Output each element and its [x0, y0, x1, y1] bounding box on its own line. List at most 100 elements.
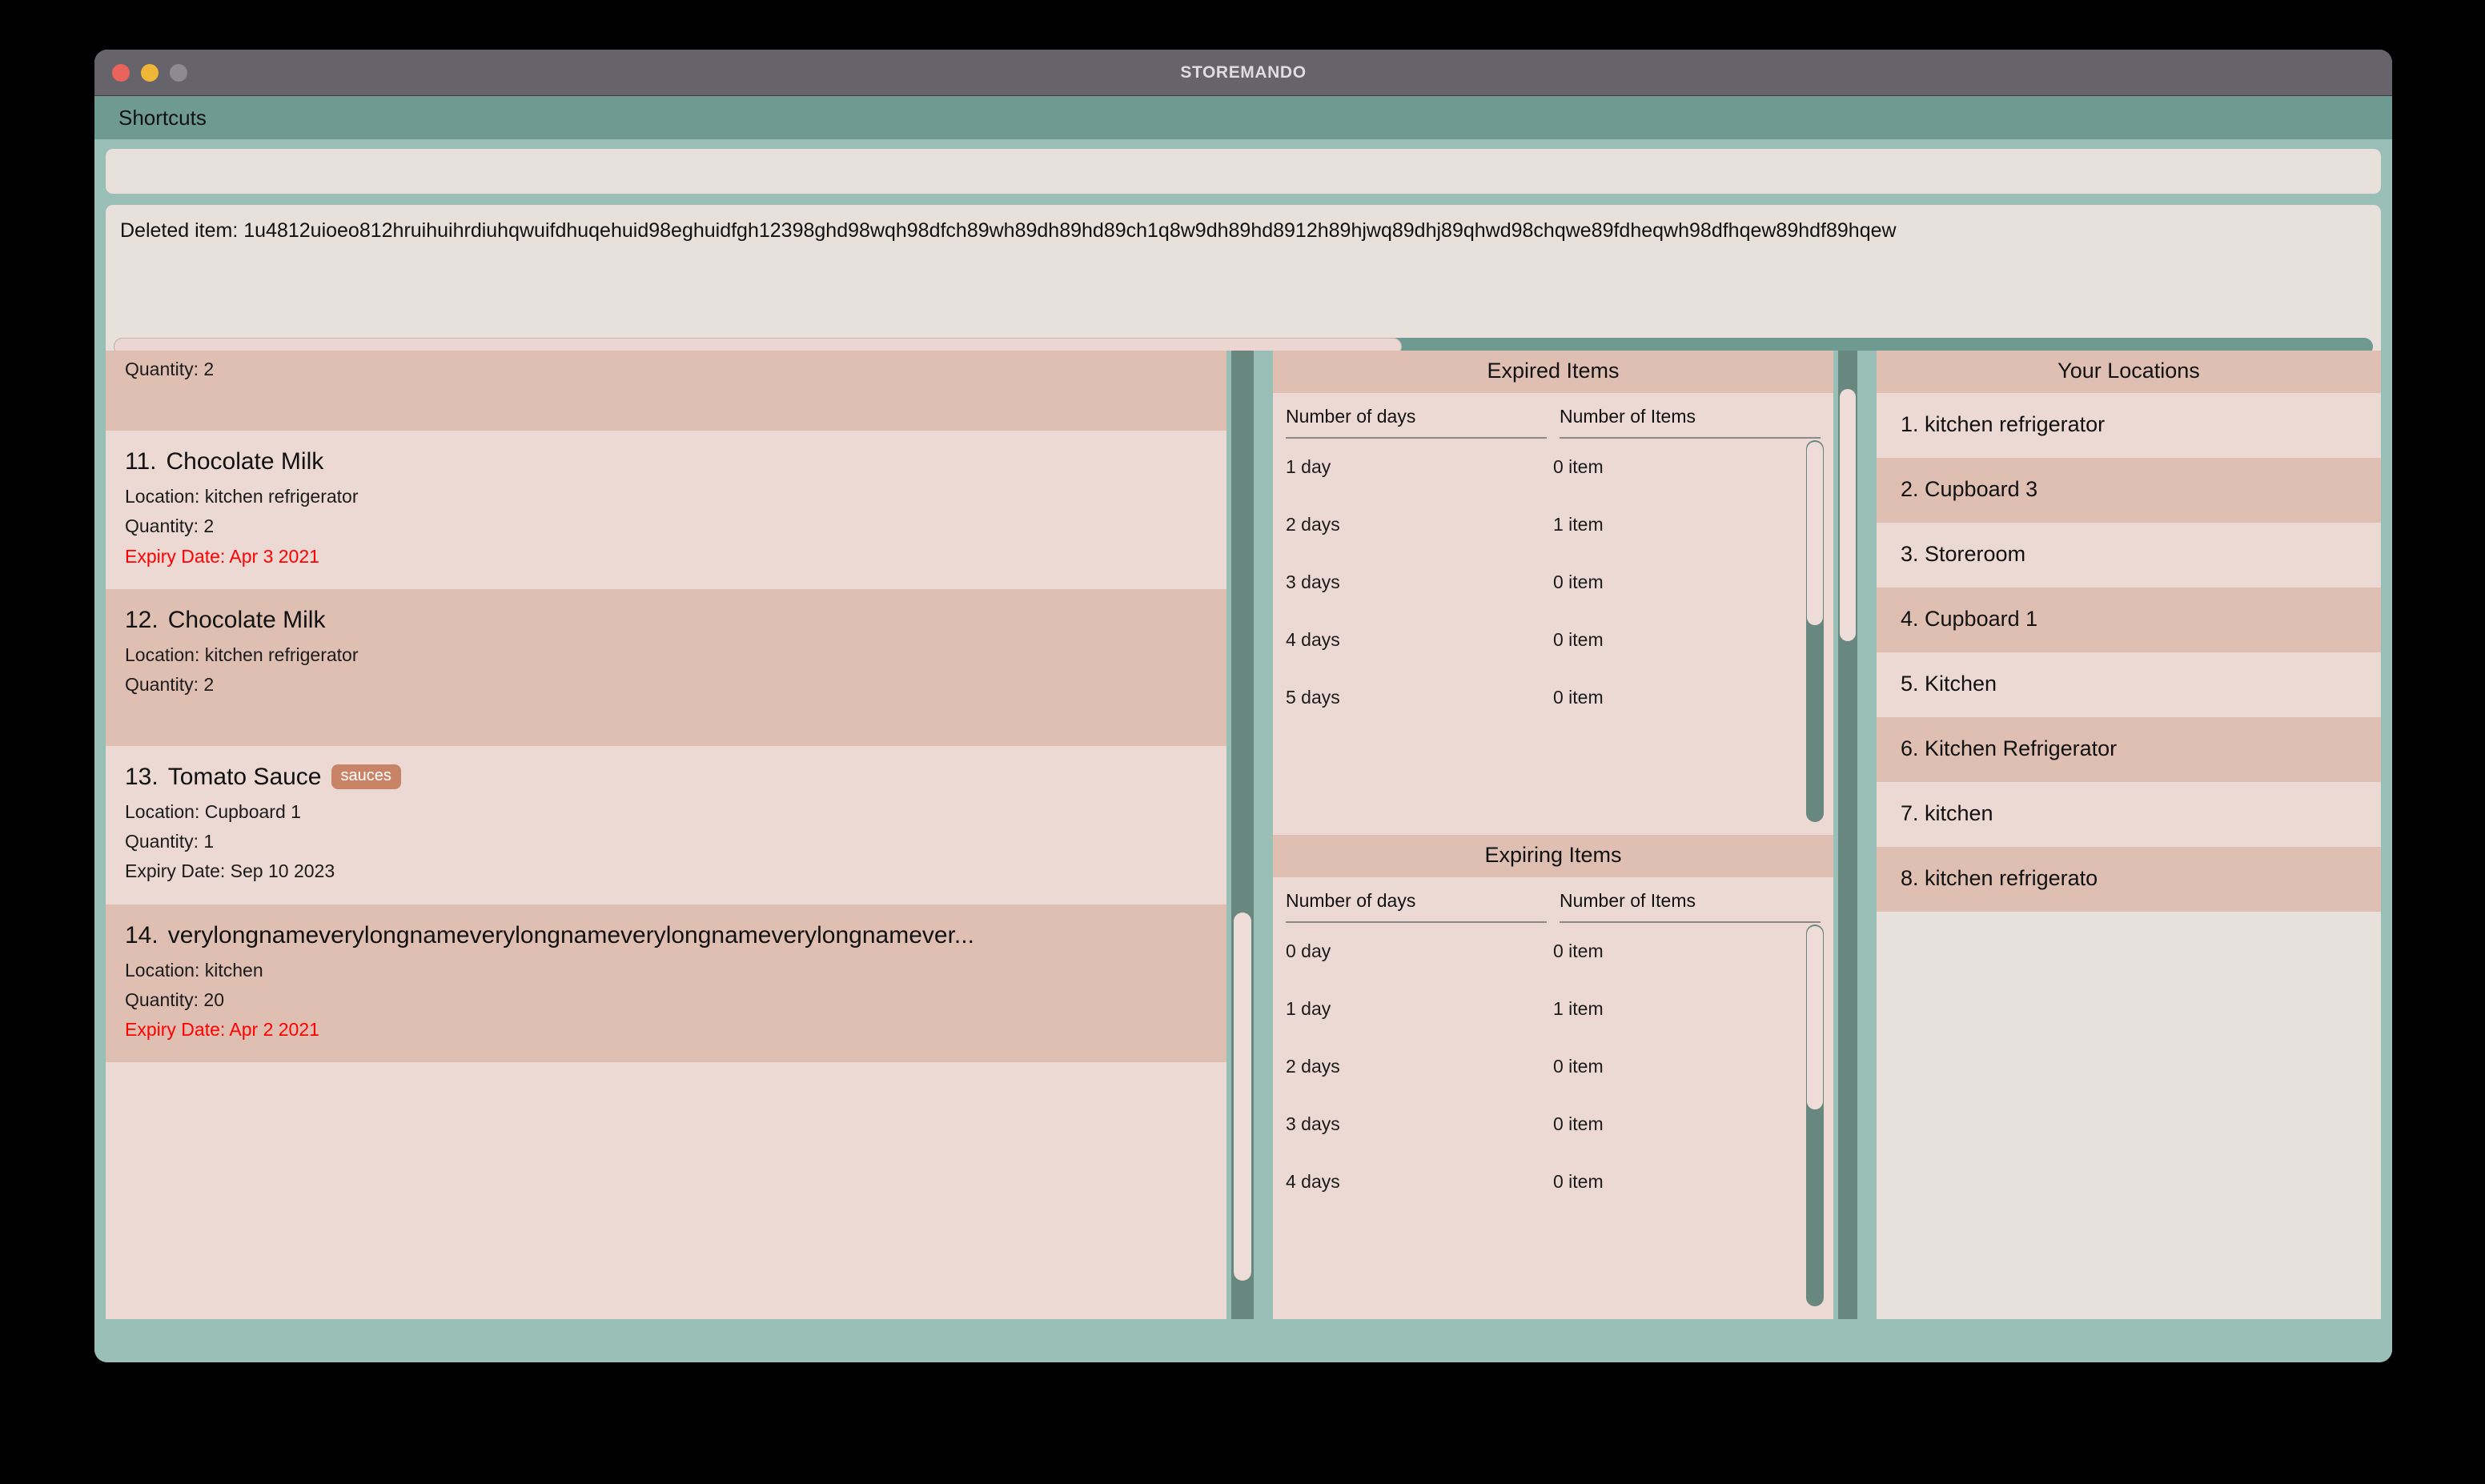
- stats-scrollbar-thumb[interactable]: [1840, 389, 1856, 641]
- expired-count-cell: 0 item: [1553, 629, 1604, 650]
- item-quantity: Quantity: 2: [125, 359, 215, 380]
- item-quantity: Quantity: 20: [125, 989, 225, 1010]
- menubar: Shortcuts: [94, 96, 2392, 139]
- expiring-panel-scrollbar[interactable]: [1806, 924, 1824, 1306]
- item-expiry-date: Expiry Date: Sep 10 2023: [125, 860, 335, 882]
- expiring-items-panel: Expiring Items Number of days Number of …: [1273, 835, 1833, 1319]
- item-index: 12.: [125, 606, 159, 633]
- location-row[interactable]: 4. Cupboard 1: [1877, 588, 2381, 652]
- locations-list: 1. kitchen refrigerator 2. Cupboard 3 3. S…: [1877, 393, 2381, 912]
- deleted-item-notice: Deleted item: 1u4812uioeo812hruihuihrdiu…: [106, 205, 2381, 362]
- expired-items-header: Number of days Number of Items: [1273, 393, 1833, 439]
- expiring-col-days: Number of days: [1286, 890, 1547, 923]
- window-titlebar: STOREMANDO: [94, 50, 2392, 96]
- expiring-items-rows: 0 day 0 item 1 day 1 item 2 days 0 item 3 days…: [1273, 923, 1833, 1211]
- stats-column-scrollbar[interactable]: [1838, 351, 1857, 1319]
- zoom-button[interactable]: [170, 64, 187, 82]
- window-title: STOREMANDO: [1180, 62, 1307, 82]
- expiring-row: 3 days 0 item: [1286, 1096, 1821, 1153]
- expiring-count-cell: 0 item: [1553, 1056, 1604, 1077]
- location-row[interactable]: 8. kitchen refrigerato: [1877, 847, 2381, 912]
- item-name: Tomato Sauce: [167, 763, 322, 790]
- location-row[interactable]: 5. Kitchen: [1877, 652, 2381, 717]
- item-expiry-date: Expiry Date: Apr 3 2021: [125, 545, 319, 567]
- expired-row: 4 days 0 item: [1286, 612, 1821, 669]
- item-location: Location: kitchen: [125, 959, 263, 981]
- expiring-days-cell: 3 days: [1286, 1113, 1340, 1134]
- items-scrollbar-thumb[interactable]: [1234, 912, 1251, 1281]
- expiring-row: 4 days 0 item: [1286, 1153, 1821, 1211]
- item-location: Location: kitchen refrigerator: [125, 486, 359, 507]
- main-content: 10.Chocolate MilkLocation: kitchen refri…: [94, 351, 2392, 1362]
- expired-items-panel: Expired Items Number of days Number of I…: [1273, 351, 1833, 835]
- expired-row: 2 days 1 item: [1286, 496, 1821, 554]
- item-card[interactable]: 12. Chocolate Milk Location: kitchen refri…: [106, 588, 1226, 746]
- expired-items-title: Expired Items: [1273, 351, 1833, 393]
- item-title: 12. Chocolate Milk: [125, 607, 1207, 634]
- expiring-count-cell: 0 item: [1553, 1171, 1604, 1192]
- item-card[interactable]: 11. Chocolate Milk Location: kitchen refri…: [106, 431, 1226, 589]
- location-row[interactable]: 7. kitchen: [1877, 782, 2381, 847]
- window-controls: [112, 50, 187, 96]
- items-list-scrollbar[interactable]: [1231, 351, 1254, 1319]
- item-title: 14. verylongnameverylongnameverylongnamev…: [125, 922, 1207, 949]
- expiring-scrollbar-thumb[interactable]: [1807, 926, 1823, 1109]
- expiring-days-cell: 1 day: [1286, 998, 1331, 1019]
- item-title: 13. Tomato Sauce sauces: [125, 764, 1207, 791]
- top-area: Deleted item: 1u4812uioeo812hruihuihrdiu…: [94, 139, 2392, 362]
- item-index: 13.: [125, 763, 159, 790]
- item-quantity: Quantity: 1: [125, 831, 215, 852]
- location-row[interactable]: 2. Cupboard 3: [1877, 458, 2381, 523]
- expiring-col-items: Number of Items: [1560, 890, 1821, 923]
- expired-row: 3 days 0 item: [1286, 554, 1821, 612]
- minimize-button[interactable]: [141, 64, 159, 82]
- deleted-item-text: Deleted item: 1u4812uioeo812hruihuihrdiu…: [120, 219, 1897, 242]
- expired-count-cell: 0 item: [1553, 687, 1604, 708]
- item-name: Chocolate Milk: [166, 448, 324, 475]
- expiring-days-cell: 0 day: [1286, 941, 1331, 961]
- locations-panel: Your Locations 1. kitchen refrigerator 2.…: [1877, 351, 2381, 1319]
- expiring-row: 1 day 1 item: [1286, 981, 1821, 1038]
- expiring-count-cell: 0 item: [1553, 941, 1604, 961]
- column-gap-1: [1254, 351, 1273, 1319]
- item-expiry-date: Expiry Date: Apr 2 2021: [125, 1019, 319, 1040]
- location-row[interactable]: 3. Storeroom: [1877, 523, 2381, 588]
- expired-col-items: Number of Items: [1560, 406, 1821, 439]
- expired-items-rows: 1 day 0 item 2 days 1 item 3 days 0 item 4 day…: [1273, 439, 1833, 727]
- item-quantity: Quantity: 2: [125, 515, 215, 537]
- expired-days-cell: 3 days: [1286, 572, 1340, 592]
- expired-row: 5 days 0 item: [1286, 669, 1821, 727]
- column-gap-2: [1857, 351, 1877, 1319]
- expired-panel-scrollbar[interactable]: [1806, 440, 1824, 822]
- expiring-items-title: Expiring Items: [1273, 835, 1833, 877]
- location-row[interactable]: 1. kitchen refrigerator: [1877, 393, 2381, 458]
- item-card[interactable]: 10.Chocolate MilkLocation: kitchen refri…: [106, 351, 1226, 431]
- expiring-count-cell: 1 item: [1553, 998, 1604, 1019]
- close-button[interactable]: [112, 64, 130, 82]
- expired-scrollbar-thumb[interactable]: [1807, 442, 1823, 625]
- expired-count-cell: 1 item: [1553, 514, 1604, 535]
- item-location: Location: kitchen refrigerator: [125, 644, 359, 665]
- expiring-row: 2 days 0 item: [1286, 1038, 1821, 1096]
- expiring-count-cell: 0 item: [1553, 1113, 1604, 1134]
- menu-item-shortcuts[interactable]: Shortcuts: [118, 106, 207, 130]
- items-list[interactable]: 10.Chocolate MilkLocation: kitchen refri…: [106, 351, 1226, 1319]
- stats-column: Expired Items Number of days Number of I…: [1273, 351, 1833, 1319]
- expired-days-cell: 1 day: [1286, 456, 1331, 477]
- item-title: 11. Chocolate Milk: [125, 448, 1207, 475]
- expired-days-cell: 5 days: [1286, 687, 1340, 708]
- app-window: STOREMANDO Shortcuts Deleted item: 1u481…: [94, 50, 2392, 1362]
- search-input[interactable]: [106, 149, 2381, 194]
- expired-count-cell: 0 item: [1553, 456, 1604, 477]
- item-index: 11.: [125, 448, 157, 475]
- expiring-items-header: Number of days Number of Items: [1273, 877, 1833, 923]
- expiring-row: 0 day 0 item: [1286, 923, 1821, 981]
- location-row[interactable]: 6. Kitchen Refrigerator: [1877, 717, 2381, 782]
- item-index: 14.: [125, 921, 159, 949]
- item-card[interactable]: 13. Tomato Sauce sauces Location: Cupboard …: [106, 745, 1226, 904]
- item-location: Location: Cupboard 1: [125, 800, 301, 822]
- expired-row: 1 day 0 item: [1286, 439, 1821, 496]
- expiring-days-cell: 4 days: [1286, 1171, 1340, 1192]
- item-card[interactable]: 14. verylongnameverylongnameverylongnamev…: [106, 904, 1226, 1063]
- expired-days-cell: 4 days: [1286, 629, 1340, 650]
